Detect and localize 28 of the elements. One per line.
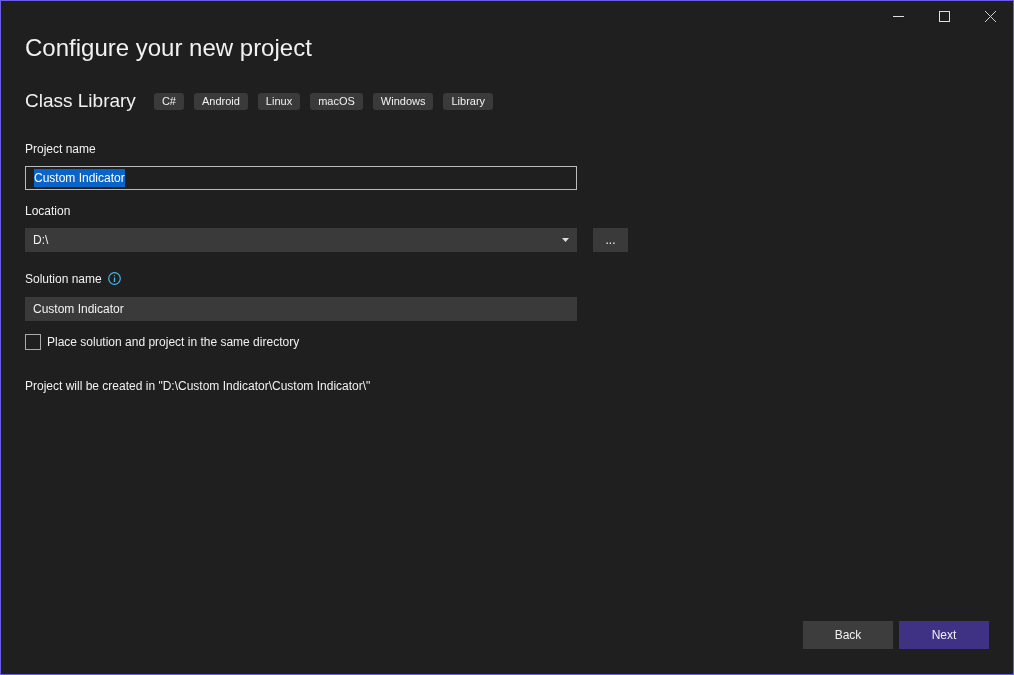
field-label: Project name: [25, 140, 96, 158]
next-button[interactable]: Next: [899, 621, 989, 649]
browse-button[interactable]: ...: [593, 227, 628, 252]
project-name-value: Custom Indicator: [34, 168, 125, 187]
location-value: D:\: [33, 231, 49, 249]
checkbox[interactable]: [25, 333, 41, 350]
location-dropdown[interactable]: D:\: [25, 227, 577, 252]
template-tag: C#: [153, 92, 184, 110]
solution-name-field[interactable]: Custom Indicator: [25, 296, 577, 321]
template-name: Class Library: [25, 89, 136, 113]
field-label: Solution name: [25, 270, 102, 288]
dialog-title: Configure your new project: [25, 33, 312, 63]
template-tag: Android: [193, 92, 248, 110]
info-icon: [107, 272, 121, 285]
minimize-icon: [892, 15, 904, 17]
path-note: Project will be created in "D:\Custom Indicator\Custom Indicator\": [25, 377, 371, 395]
caret-icon: [562, 237, 569, 242]
template-tag: Linux: [257, 92, 301, 110]
template-tag: Windows: [372, 92, 434, 110]
back-button[interactable]: Back: [803, 621, 893, 649]
field-label: Location: [25, 202, 71, 220]
template-tag: macOS: [310, 92, 363, 110]
project-name-field[interactable]: Custom Indicator: [25, 165, 577, 190]
checkbox-label: Place solution and project in the same directory: [47, 333, 300, 351]
solution-name-value: Custom Indicator: [33, 300, 124, 318]
template-tag: Library: [443, 92, 494, 110]
maximize-icon: [938, 10, 950, 22]
close-icon: [984, 10, 996, 22]
